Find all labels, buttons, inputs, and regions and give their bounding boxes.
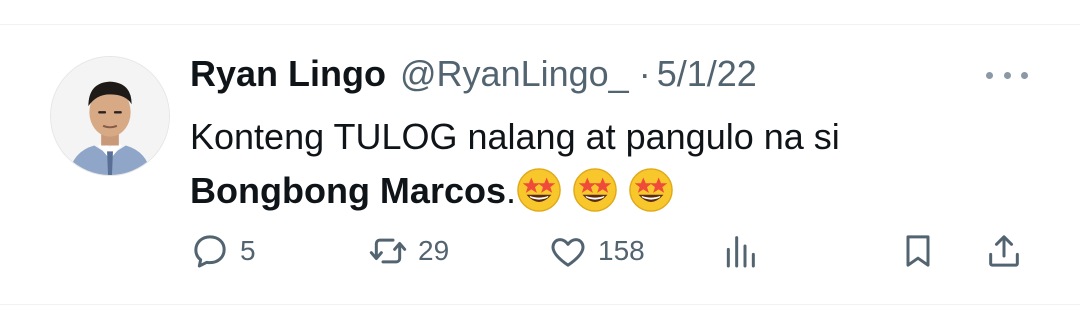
tweet-text-line-2: Bongbong Marcos. [190,164,1010,218]
bookmark-button[interactable] [898,224,938,278]
star-struck-emoji [628,167,674,213]
star-struck-emoji [572,167,618,213]
tweet-actions: 5 29 158 [0,224,1080,278]
retweet-icon [369,238,407,264]
reply-button[interactable]: 5 [190,224,256,278]
retweet-button[interactable]: 29 [368,224,449,278]
tweet-text-period: . [505,170,516,211]
top-divider [0,24,1080,25]
tweet-text: Konteng TULOG nalang at pangulo na si Bo… [190,110,1010,218]
heart-icon [551,238,585,267]
avatar[interactable] [50,56,170,176]
bottom-divider [0,304,1080,305]
author-name[interactable]: Ryan Lingo [190,53,386,95]
star-struck-emoji [516,167,562,213]
tweet-date[interactable]: 5/1/22 [657,53,757,95]
retweet-count: 29 [418,235,450,266]
tweet-header: Ryan Lingo @RyanLingo_ · 5/1/22 [190,52,757,96]
analytics-icon [726,236,755,268]
analytics-button[interactable] [720,224,760,278]
share-button[interactable] [984,224,1024,278]
tweet-text-bold[interactable]: Bongbong Marcos [190,170,506,211]
like-button[interactable]: 158 [548,224,645,278]
like-count: 158 [598,235,645,266]
reply-icon [194,235,226,268]
author-handle[interactable]: @RyanLingo_ [400,53,629,95]
separator-dot: · [638,53,651,94]
more-options-icon[interactable] [986,58,1028,92]
tweet-text-line-1: Konteng TULOG nalang at pangulo na si [190,116,840,157]
bookmark-icon [906,235,930,267]
profile-photo [51,57,169,175]
reply-count: 5 [240,235,256,266]
share-icon [989,235,1019,267]
